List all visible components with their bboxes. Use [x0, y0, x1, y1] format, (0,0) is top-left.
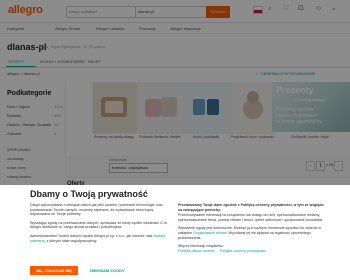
consent-paragraph: Wyrażając zgodę na przetwarzanie danych,…: [30, 220, 167, 230]
consent-text: Administratorami Twoich danych będzie Al…: [30, 233, 153, 238]
consent-paragraph: Przechowywanie informacji na urządzeniu …: [178, 213, 324, 222]
consent-paragraph: Dzięki wykorzystaniu rozwiązań takich ja…: [30, 203, 163, 217]
privacy-policy-link[interactable]: Polityka ochrony prywatności: [220, 249, 266, 253]
consent-links: Polityka plików cookies Polityka ochrony…: [178, 249, 328, 254]
change-consent-button[interactable]: ZMIENIAM ZGODY: [83, 266, 131, 275]
consent-right-column: Przetwarzamy Twoje dane zgodnie z Polity…: [178, 203, 328, 253]
accept-consent-button[interactable]: OK, ZGADZAM SIĘ: [30, 266, 78, 275]
consent-left-column: Dzięki wykorzystaniu rozwiązań takich ja…: [30, 203, 170, 243]
ad-settings-link[interactable]: Dopasowanie reklam: [193, 231, 227, 235]
consent-paragraph: Przetwarzamy Twoje dane zgodnie z Polity…: [178, 203, 324, 212]
cookies-policy-link[interactable]: Polityka plików cookies: [178, 249, 215, 253]
consent-text: , z którymi stale współpracujemy.: [44, 238, 98, 243]
consent-title: Dbamy o Twoją prywatność: [30, 189, 148, 199]
consent-paragraph: Administratorami Twoich danych będzie Al…: [30, 234, 170, 243]
consent-paragraph: Wyrażenie zgody jest dobrowolne. Możesz …: [178, 226, 328, 240]
